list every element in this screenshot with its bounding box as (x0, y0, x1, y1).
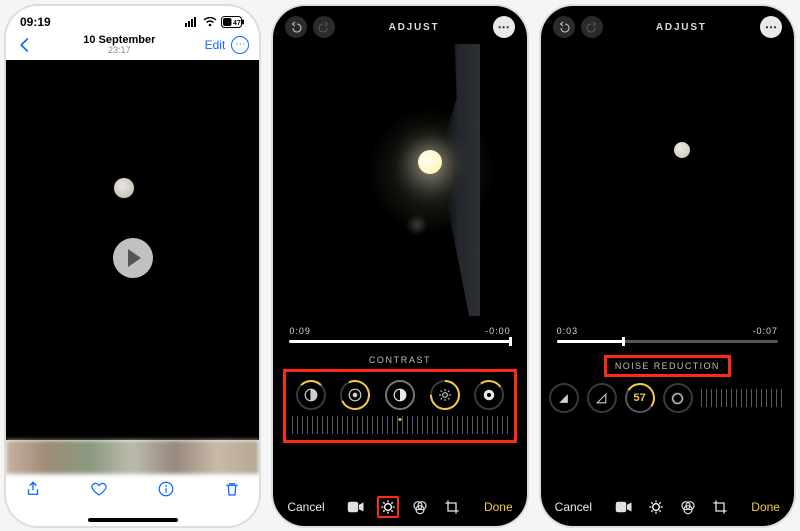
exposure-icon (296, 380, 326, 410)
sharpness-icon (549, 383, 579, 413)
mode-filters-icon[interactable] (409, 496, 431, 518)
share-icon[interactable] (24, 480, 42, 498)
status-bar: 09:19 47 (6, 6, 259, 32)
trash-icon[interactable] (223, 480, 241, 498)
dial-black-point[interactable] (474, 380, 504, 410)
adjustment-dials-row: 57 (549, 383, 786, 413)
video-scrubber[interactable]: 0:09 -0:00 (289, 326, 510, 343)
editor-bottom-bar: Cancel Done (273, 496, 526, 518)
cancel-button[interactable]: Cancel (555, 500, 592, 514)
mode-crop-icon[interactable] (441, 496, 463, 518)
play-button[interactable] (113, 238, 153, 278)
redo-button[interactable] (313, 16, 335, 38)
status-time: 09:19 (20, 15, 51, 29)
vignette-icon (663, 383, 693, 413)
play-icon (128, 249, 141, 267)
adjustment-name: CONTRAST (273, 355, 526, 365)
moon-graphic (418, 150, 442, 174)
cancel-button[interactable]: Cancel (287, 500, 324, 514)
more-options-button[interactable]: ⋯ (493, 16, 515, 38)
mode-adjust-icon[interactable] (645, 496, 667, 518)
back-chevron-icon[interactable] (16, 36, 34, 54)
mode-video-icon[interactable] (345, 496, 367, 518)
video-scrubber[interactable]: 0:03 -0:07 (557, 326, 778, 343)
dial-definition[interactable] (587, 383, 617, 413)
thumbnail-scrubber[interactable] (6, 440, 259, 474)
signal-icon (185, 17, 199, 27)
moon-graphic (674, 142, 690, 158)
nav-time: 23:17 (83, 46, 155, 56)
dial-noise-reduction[interactable]: 57 (625, 383, 655, 413)
more-options-button[interactable]: ⋯ (760, 16, 782, 38)
editor-preview[interactable] (556, 44, 778, 316)
definition-icon (587, 383, 617, 413)
home-indicator (88, 518, 178, 522)
nav-bar: 10 September 23:17 Edit ⋯ (6, 32, 259, 60)
brightness-icon (430, 380, 460, 410)
dial-highlights[interactable] (340, 380, 370, 410)
scrub-remaining: -0:07 (752, 326, 778, 336)
dial-brightness[interactable] (430, 380, 460, 410)
undo-button[interactable] (285, 16, 307, 38)
adjustment-slider[interactable] (292, 416, 507, 434)
black-point-icon (474, 380, 504, 410)
adjust-controls-highlight (283, 369, 516, 443)
edit-button[interactable]: Edit (205, 38, 226, 52)
editor-noise-reduction-screen: ADJUST ⋯ 0:03 -0:07 NOISE REDUCTION (541, 6, 794, 526)
mode-crop-icon[interactable] (709, 496, 731, 518)
adjustment-slider[interactable] (701, 389, 786, 407)
undo-button[interactable] (553, 16, 575, 38)
editor-title: ADJUST (656, 22, 707, 33)
editor-preview[interactable] (320, 44, 480, 316)
media-preview[interactable] (6, 60, 259, 440)
mode-adjust-icon[interactable] (377, 496, 399, 518)
dial-exposure[interactable] (296, 380, 326, 410)
done-button[interactable]: Done (751, 500, 780, 514)
dial-contrast[interactable] (385, 380, 415, 410)
adjustment-dials-row (288, 378, 511, 414)
done-button[interactable]: Done (484, 500, 513, 514)
battery-icon: 47 (221, 16, 245, 28)
mode-video-icon[interactable] (613, 496, 635, 518)
more-actions-button[interactable]: ⋯ (231, 36, 249, 54)
scrub-remaining: -0:00 (485, 326, 511, 336)
scrub-elapsed: 0:03 (557, 326, 579, 336)
favorite-icon[interactable] (90, 480, 108, 498)
editor-top-bar: ADJUST ⋯ (273, 6, 526, 40)
editor-title: ADJUST (389, 22, 440, 33)
redo-button[interactable] (581, 16, 603, 38)
highlights-icon (340, 380, 370, 410)
wifi-icon (203, 17, 217, 27)
editor-bottom-bar: Cancel Done (541, 496, 794, 518)
contrast-icon (385, 380, 415, 410)
dial-vignette[interactable] (663, 383, 693, 413)
editor-contrast-screen: ADJUST ⋯ 0:09 -0:00 CONTRAST (273, 6, 526, 526)
dial-sharpness[interactable] (549, 383, 579, 413)
scrub-elapsed: 0:09 (289, 326, 311, 336)
adjustment-name-highlight: NOISE REDUCTION (604, 355, 731, 377)
info-icon[interactable] (157, 480, 175, 498)
mode-filters-icon[interactable] (677, 496, 699, 518)
editor-top-bar: ADJUST ⋯ (541, 6, 794, 40)
dial-value: 57 (625, 383, 655, 413)
moon-graphic (114, 178, 134, 198)
bottom-toolbar (6, 474, 259, 498)
photos-viewer-screen: 09:19 47 10 September 23:17 (6, 6, 259, 526)
svg-text:47: 47 (233, 20, 241, 27)
